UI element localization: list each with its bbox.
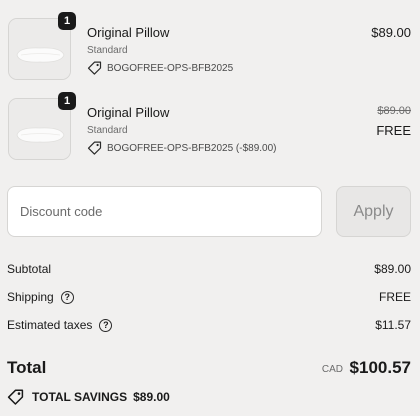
quantity-badge: 1 — [58, 92, 76, 110]
subtotal-value: $89.00 — [374, 262, 411, 276]
discount-code-form: Apply — [0, 186, 420, 238]
line-item: 1 Original Pillow Standard BOGOFREE-OPS-… — [0, 92, 420, 172]
line-item: 1 Original Pillow Standard BOGOFREE-OPS-… — [0, 12, 420, 92]
shipping-row: Shipping ? FREE — [0, 290, 420, 308]
total-savings: TOTAL SAVINGS $89.00 — [7, 388, 170, 406]
apply-button[interactable]: Apply — [336, 186, 411, 237]
total-label: Total — [7, 358, 47, 377]
item-price: $89.00 — [371, 25, 411, 40]
currency-code: CAD — [321, 364, 343, 375]
product-title: Original Pillow — [87, 25, 170, 40]
discount-code-input[interactable] — [7, 186, 322, 237]
taxes-value: $11.57 — [375, 318, 411, 332]
original-price: $89.00 — [377, 105, 411, 117]
item-price: FREE — [376, 123, 411, 138]
savings-value: $89.00 — [133, 390, 170, 404]
total-row: Total CAD $100.57 — [0, 357, 420, 381]
taxes-label: Estimated taxes — [7, 318, 93, 332]
quantity-badge: 1 — [58, 12, 76, 30]
question-circle-icon[interactable]: ? — [99, 318, 113, 332]
product-variant: Standard — [87, 125, 128, 136]
discount-code-text: BOGOFREE-OPS-BFB2025 — [107, 62, 234, 74]
applied-discount: BOGOFREE-OPS-BFB2025 (-$89.00) — [87, 141, 277, 155]
subtotal-label: Subtotal — [7, 262, 52, 276]
savings-label: TOTAL SAVINGS — [32, 390, 128, 404]
tag-icon — [87, 141, 102, 155]
tag-icon — [87, 61, 102, 75]
question-circle-icon[interactable]: ? — [60, 290, 74, 304]
shipping-label: Shipping — [7, 290, 54, 304]
shipping-value: FREE — [378, 290, 411, 304]
total-value: $100.57 — [349, 358, 411, 377]
product-title: Original Pillow — [87, 105, 170, 120]
discount-code-text: BOGOFREE-OPS-BFB2025 (-$89.00) — [107, 142, 277, 154]
tag-icon — [7, 389, 24, 405]
subtotal-row: Subtotal $89.00 — [0, 262, 420, 280]
taxes-row: Estimated taxes ? $11.57 — [0, 318, 420, 336]
product-variant: Standard — [87, 45, 128, 56]
applied-discount: BOGOFREE-OPS-BFB2025 — [87, 61, 233, 75]
